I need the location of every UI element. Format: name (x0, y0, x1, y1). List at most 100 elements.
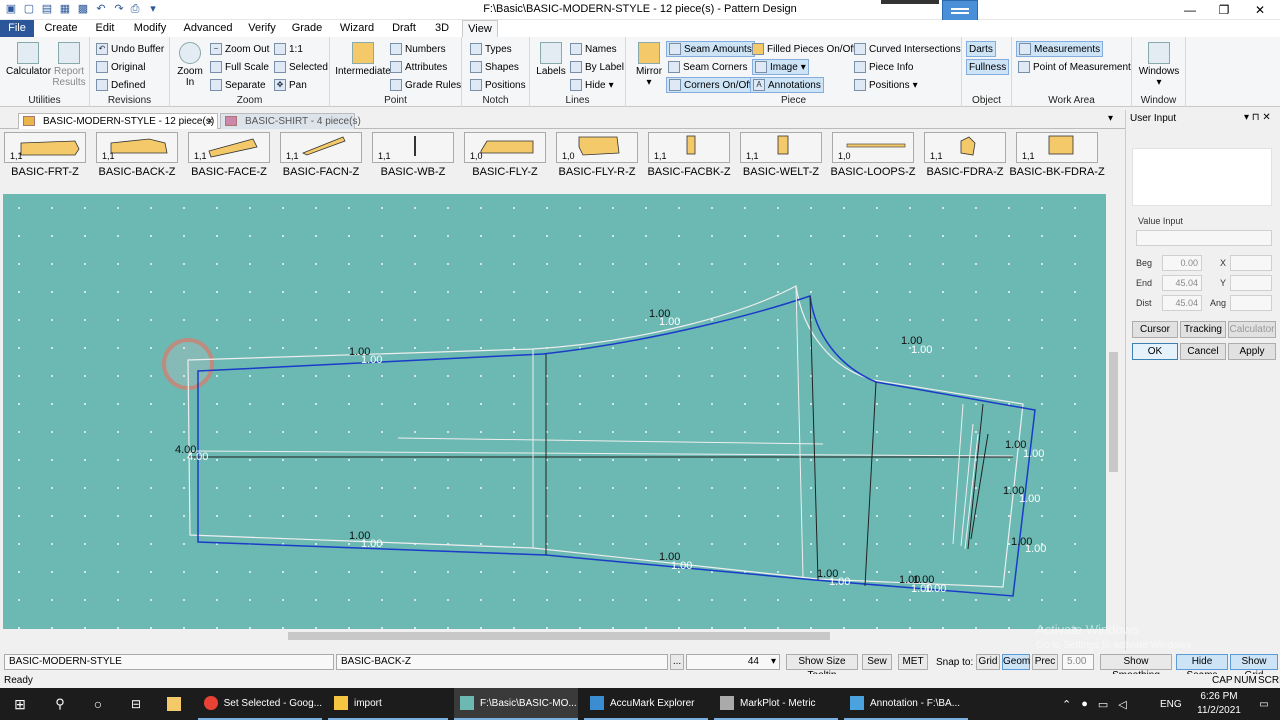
value-input-field[interactable] (1136, 230, 1272, 246)
piece-item[interactable]: 1,1 BASIC-WELT-Z (740, 132, 822, 190)
taskbar-explorer[interactable]: import (328, 688, 448, 720)
taskbar-accumark-explorer[interactable]: AccuMark Explorer (584, 688, 708, 720)
end-field[interactable]: 45.04 (1162, 275, 1202, 291)
darts-button[interactable]: Darts (966, 41, 996, 57)
chevron-down-icon[interactable]: ▾ (801, 62, 806, 73)
notch-shapes-button[interactable]: Shapes (470, 59, 519, 75)
notch-types-button[interactable]: Types (470, 41, 512, 57)
piece-item[interactable]: 1,1 BASIC-WB-Z (372, 132, 454, 190)
microphone-icon[interactable]: ● (1081, 698, 1088, 710)
close-tab-icon[interactable]: × (207, 114, 213, 129)
line-names-button[interactable]: Names (570, 41, 617, 57)
x-field[interactable] (1230, 255, 1272, 271)
tab-grade[interactable]: Grade (290, 20, 324, 37)
fullness-button[interactable]: Fullness (966, 59, 1010, 75)
tracking-button[interactable]: Tracking (1180, 321, 1226, 338)
start-icon[interactable]: ⊞ (6, 688, 34, 720)
piece-positions-button[interactable]: Positions ▾ (854, 77, 918, 93)
taskbar-annotation[interactable]: Annotation - F:\BA... (844, 688, 968, 720)
piece-info-button[interactable]: Piece Info (854, 59, 913, 75)
tab-verify[interactable]: Verify (244, 20, 280, 37)
piece-item[interactable]: 1,1 BASIC-FACN-Z (280, 132, 362, 190)
piece-item[interactable]: 1,0 BASIC-FLY-R-Z (556, 132, 638, 190)
dist-field[interactable]: 45.04 (1162, 295, 1202, 311)
line-labels-button[interactable]: Labels (534, 42, 568, 77)
hide-seams-button[interactable]: Hide Seams (1176, 654, 1228, 681)
ang-field[interactable] (1230, 295, 1272, 311)
snap-prec-button[interactable]: Prec (1032, 654, 1058, 670)
report-results-button[interactable]: Report Results (48, 42, 90, 88)
snap-geom-button[interactable]: Geom (1002, 654, 1030, 670)
style-name-field[interactable]: BASIC-MODERN-STYLE (4, 654, 334, 670)
language-indicator[interactable]: ENG (1160, 688, 1184, 720)
maximize-icon[interactable]: ❐ (1206, 0, 1242, 20)
menu-overlay-button[interactable] (942, 0, 978, 22)
panel-pin-icon[interactable]: ▾ ⊓ ✕ (1244, 112, 1271, 123)
filled-pieces-button[interactable]: Filled Pieces On/Off (752, 41, 856, 57)
zoom-out-button[interactable]: − Zoom Out (210, 41, 269, 57)
defined-button[interactable]: Defined (96, 77, 145, 93)
network-icon[interactable]: ▭ (1098, 698, 1108, 711)
accumark-launcher-icon[interactable] (160, 688, 188, 720)
close-icon[interactable]: ✕ (1242, 0, 1278, 20)
search-icon[interactable]: ⚲ (46, 688, 74, 720)
tab-3d[interactable]: 3D (430, 20, 454, 37)
snap-grid-button[interactable]: Grid (976, 654, 1000, 670)
by-label-button[interactable]: By Label (570, 59, 624, 75)
piece-item[interactable]: 1,1 BASIC-BK-FDRA-Z (1009, 132, 1105, 190)
calculator-button[interactable]: Calculator (6, 42, 51, 77)
volume-icon[interactable]: ◁ (1118, 698, 1126, 711)
mirror-button[interactable]: Mirror ▾ (632, 42, 666, 88)
system-tray[interactable]: ⌃ ● ▭ ◁ (1062, 688, 1142, 720)
point-of-measurement-button[interactable]: Point of Measurement (1018, 59, 1131, 75)
tab-wizard[interactable]: Wizard (336, 20, 378, 37)
one-to-one-button[interactable]: 1:1 (274, 41, 303, 57)
piece-name-field[interactable]: BASIC-BACK-Z (336, 654, 668, 670)
scroll-thumb[interactable] (288, 632, 830, 640)
tab-basic-modern-style[interactable]: BASIC-MODERN-STYLE - 12 piece(s) × (18, 113, 218, 129)
annotations-button[interactable]: A Annotations (750, 77, 824, 93)
tab-file[interactable]: File (0, 20, 34, 37)
tab-modify[interactable]: Modify (128, 20, 172, 37)
piece-item[interactable]: 1,1 BASIC-FDRA-Z (924, 132, 1006, 190)
show-grid-button[interactable]: Show Grid (1230, 654, 1278, 681)
chevron-up-icon[interactable]: ⌃ (1062, 698, 1071, 711)
piece-item[interactable]: 1,1 BASIC-FRT-Z (4, 132, 86, 190)
calculator-input-button[interactable]: Calculator (1228, 321, 1276, 338)
cursor-button[interactable]: Cursor (1132, 321, 1178, 338)
show-smoothing-button[interactable]: Show Smoothing (1100, 654, 1172, 681)
taskbar-chrome[interactable]: Set Selected - Goog... (198, 688, 322, 720)
beg-field[interactable]: 0.00 (1162, 255, 1202, 271)
image-button[interactable]: Image ▾ (752, 59, 809, 75)
piece-item[interactable]: 1,0 BASIC-LOOPS-Z (831, 132, 915, 190)
horizontal-scrollbar[interactable] (3, 630, 1106, 642)
apply-button[interactable]: Apply (1228, 343, 1276, 360)
original-button[interactable]: Original (96, 59, 145, 75)
hide-button[interactable]: Hide ▾ (570, 77, 614, 93)
cortana-icon[interactable]: ○ (84, 688, 112, 720)
vertical-scrollbar[interactable] (1107, 194, 1120, 629)
tab-draft[interactable]: Draft (388, 20, 420, 37)
y-field[interactable] (1230, 275, 1272, 291)
pattern-drawing[interactable]: 1.001.001.001.001.001.004.004.001.001.00… (3, 194, 1106, 629)
windows-button[interactable]: Windows ▾ (1136, 42, 1182, 88)
tab-create[interactable]: Create (40, 20, 82, 37)
seam-amounts-button[interactable]: Seam Amounts (666, 41, 755, 57)
grade-rules-button[interactable]: Grade Rules (390, 77, 461, 93)
scroll-thumb[interactable] (1109, 352, 1118, 472)
show-size-tooltip-button[interactable]: Show Size Tooltip (786, 654, 858, 681)
numbers-button[interactable]: Numbers (390, 41, 446, 57)
seam-corners-button[interactable]: Seam Corners (668, 59, 747, 75)
minimize-icon[interactable]: — (1172, 0, 1208, 20)
task-view-icon[interactable]: ⊟ (122, 688, 150, 720)
curved-intersections-button[interactable]: Curved Intersections (854, 41, 961, 57)
browse-button[interactable]: ... (670, 654, 684, 670)
tab-advanced[interactable]: Advanced (182, 20, 234, 37)
cancel-button[interactable]: Cancel (1180, 343, 1226, 360)
zoom-in-button[interactable]: Zoom In (174, 42, 206, 88)
separate-button[interactable]: Separate (210, 77, 266, 93)
attributes-button[interactable]: Attributes (390, 59, 447, 75)
piece-item[interactable]: 1,0 BASIC-FLY-Z (464, 132, 546, 190)
tab-edit[interactable]: Edit (88, 20, 122, 37)
ok-button[interactable]: OK (1132, 343, 1178, 360)
